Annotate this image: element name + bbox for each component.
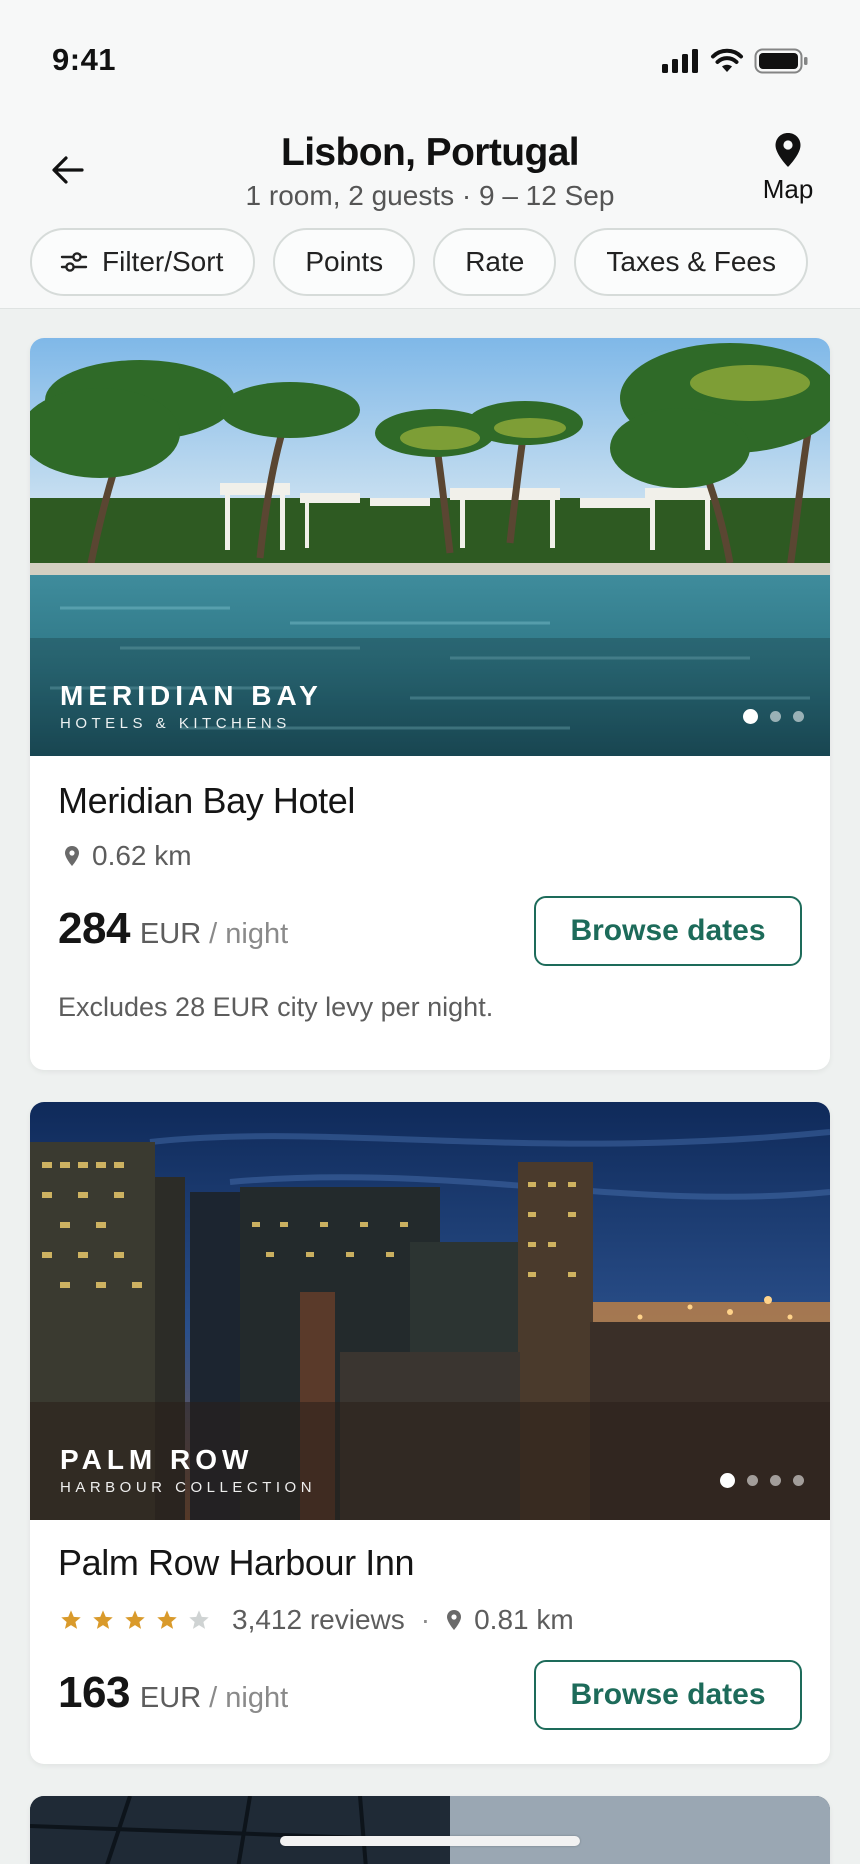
pagination-dot[interactable]: [747, 1475, 758, 1486]
hotel-name: Meridian Bay Hotel: [58, 780, 355, 821]
pagination-dot[interactable]: [770, 711, 781, 722]
price-amount: 163: [58, 1668, 130, 1717]
status-time: 9:41: [52, 42, 117, 77]
star-icon: [125, 1610, 145, 1629]
wifi-icon: [711, 48, 743, 72]
hotel-card[interactable]: [30, 1796, 830, 1864]
pagination-dot[interactable]: [720, 1473, 735, 1488]
hotel-brand-logo: PALM ROW HARBOUR COLLECTION: [60, 1444, 317, 1497]
price-currency: EUR: [139, 918, 202, 950]
hotel-meta: 0.62 km: [64, 840, 192, 872]
brand-name: PALM ROW: [60, 1444, 254, 1475]
star-icon: [93, 1610, 113, 1629]
location-pin-icon: [64, 845, 80, 867]
tax-note: Excludes 28 EUR city levy per night.: [58, 992, 494, 1022]
photo-pagination[interactable]: [743, 709, 804, 724]
hotel-brand-logo: MERIDIAN BAY HOTELS & KITCHENS: [60, 680, 323, 733]
status-bar: 9:41: [0, 0, 860, 120]
filter-chips: Filter/Sort Points Rate Taxes & Fees: [30, 228, 808, 298]
brand-name: MERIDIAN BAY: [60, 680, 323, 711]
price-row: 163 EUR / night: [58, 1668, 288, 1718]
hotel-photo[interactable]: [30, 1796, 830, 1864]
hotel-info: Palm Row Harbour Inn 3,412 reviews · 0.8…: [30, 1520, 830, 1764]
browse-dates-button[interactable]: Browse dates: [534, 896, 802, 966]
star-icon: [61, 1610, 81, 1629]
search-header: Lisbon, Portugal 1 room, 2 guests · 9 – …: [0, 120, 860, 220]
brand-subtitle: HOTELS & KITCHENS: [60, 715, 291, 732]
price-amount: 284: [58, 904, 130, 953]
top-bar: 9:41 Lisbon, Portugal 1 room, 2 guests ·…: [0, 0, 860, 309]
pagination-dot[interactable]: [793, 1475, 804, 1486]
review-count[interactable]: 3,412 reviews: [232, 1604, 405, 1636]
pagination-dot[interactable]: [793, 711, 804, 722]
home-indicator[interactable]: [280, 1836, 580, 1846]
hotel-card[interactable]: MERIDIAN BAY HOTELS & KITCHENS Meridian …: [30, 338, 830, 1070]
battery-icon: [754, 48, 808, 74]
taxes-fees-chip[interactable]: Taxes & Fees: [574, 228, 808, 296]
points-chip[interactable]: Points: [273, 228, 416, 296]
sliders-icon: [60, 252, 88, 272]
location-pin-icon: [446, 1609, 462, 1631]
hotel-info: Meridian Bay Hotel 0.62 km 284 EUR / nig…: [30, 756, 830, 1070]
cellular-signal-icon: [662, 49, 698, 73]
filter-sort-chip[interactable]: Filter/Sort: [30, 228, 256, 296]
chip-label: Filter/Sort: [102, 246, 224, 277]
arrow-left-icon: [52, 156, 84, 184]
browse-dates-button[interactable]: Browse dates: [534, 1660, 802, 1730]
map-label: Map: [762, 174, 814, 204]
map-button[interactable]: Map: [738, 132, 838, 212]
map-pin-icon: [775, 133, 801, 167]
status-icons: [662, 48, 808, 74]
hotel-name: Palm Row Harbour Inn: [58, 1542, 415, 1583]
hotel-distance: 0.62 km: [92, 840, 192, 871]
photo-pagination[interactable]: [720, 1473, 804, 1488]
pagination-dot[interactable]: [770, 1475, 781, 1486]
search-details: 1 room, 2 guests · 9 – 12 Sep: [245, 180, 615, 211]
chip-label: Points: [305, 246, 384, 277]
star-rating: [60, 1609, 210, 1631]
back-button[interactable]: [40, 142, 96, 198]
chip-label: Taxes & Fees: [606, 246, 776, 277]
price-unit: / night: [209, 918, 289, 950]
chip-label: Rate: [465, 246, 525, 277]
star-icon: [157, 1610, 177, 1629]
hotel-photo[interactable]: MERIDIAN BAY HOTELS & KITCHENS: [30, 338, 830, 756]
meta-separator: ·: [420, 1604, 431, 1635]
hotel-card[interactable]: PALM ROW HARBOUR COLLECTION Palm Row Har…: [30, 1102, 830, 1764]
hotel-photo[interactable]: PALM ROW HARBOUR COLLECTION: [30, 1102, 830, 1520]
hotel-distance: 0.81 km: [474, 1604, 574, 1635]
hotel-meta: 3,412 reviews · 0.81 km: [60, 1604, 574, 1636]
rate-chip[interactable]: Rate: [433, 228, 557, 296]
price-row: 284 EUR / night: [58, 904, 288, 954]
brand-subtitle: HARBOUR COLLECTION: [60, 1479, 317, 1496]
star-empty-icon: [189, 1610, 209, 1629]
building-photo: [30, 1796, 830, 1864]
pagination-dot[interactable]: [743, 709, 758, 724]
page-title: Lisbon, Portugal: [280, 131, 580, 174]
search-summary[interactable]: Lisbon, Portugal 1 room, 2 guests · 9 – …: [170, 130, 690, 214]
price-unit: / night: [209, 1682, 289, 1714]
price-currency: EUR: [139, 1682, 202, 1714]
